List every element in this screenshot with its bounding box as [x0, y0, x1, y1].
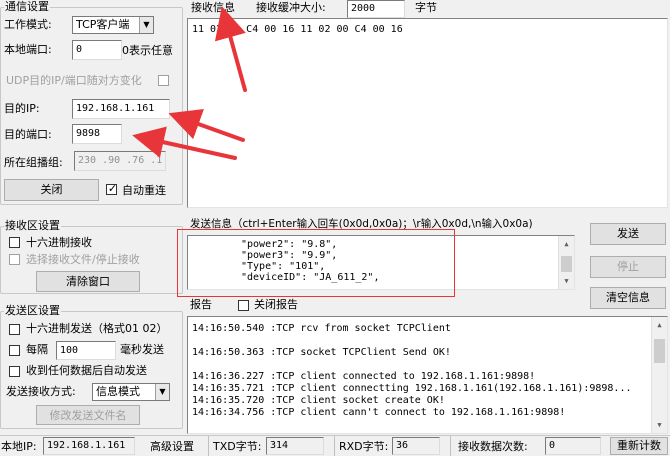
annotation-arrow-receive-info — [214, 6, 247, 92]
annotation-arrows — [132, 6, 247, 160]
annotation-arrow-dest-ip — [168, 109, 245, 142]
annotation-arrow-dest-port — [132, 126, 237, 160]
